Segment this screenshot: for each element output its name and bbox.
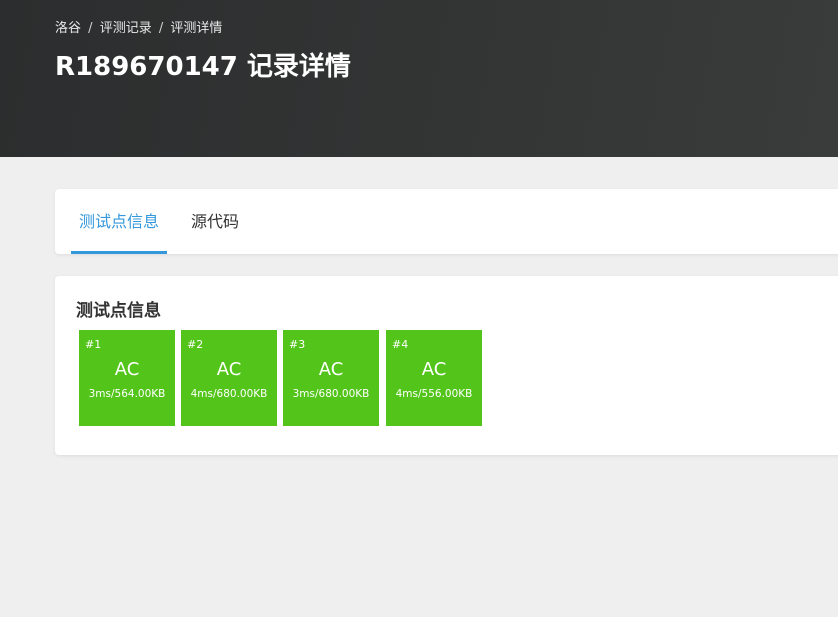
test-cases-card: 测试点信息 #1 AC 3ms/564.00KB #2 AC 4ms/680.0… bbox=[55, 276, 838, 455]
tab-test-info[interactable]: 测试点信息 bbox=[71, 189, 167, 254]
test-case-3[interactable]: #3 AC 3ms/680.00KB bbox=[283, 330, 379, 426]
test-case-detail: 3ms/680.00KB bbox=[292, 388, 370, 400]
test-case-4[interactable]: #4 AC 4ms/556.00KB bbox=[386, 330, 482, 426]
breadcrumb-separator: / bbox=[88, 21, 93, 36]
tab-source-code[interactable]: 源代码 bbox=[177, 189, 253, 254]
test-case-1[interactable]: #1 AC 3ms/564.00KB bbox=[79, 330, 175, 426]
test-case-detail: 3ms/564.00KB bbox=[88, 388, 166, 400]
breadcrumb-home-link[interactable]: 洛谷 bbox=[55, 21, 81, 36]
active-tab-indicator bbox=[71, 251, 167, 254]
section-title: 测试点信息 bbox=[76, 301, 161, 321]
breadcrumb: 洛谷 / 评测记录 / 评测详情 bbox=[55, 17, 222, 36]
test-case-2[interactable]: #2 AC 4ms/680.00KB bbox=[181, 330, 277, 426]
tabs-card: 测试点信息 源代码 bbox=[55, 189, 838, 254]
breadcrumb-current[interactable]: 评测详情 bbox=[170, 21, 222, 36]
test-case-id: #3 bbox=[289, 338, 306, 351]
test-case-id: #4 bbox=[392, 338, 409, 351]
test-case-status: AC bbox=[114, 359, 140, 380]
test-case-detail: 4ms/680.00KB bbox=[190, 388, 268, 400]
breadcrumb-records-link[interactable]: 评测记录 bbox=[100, 21, 152, 36]
test-case-id: #1 bbox=[85, 338, 102, 351]
test-case-detail: 4ms/556.00KB bbox=[395, 388, 473, 400]
page-title: R189670147 记录详情 bbox=[55, 52, 351, 82]
breadcrumb-separator: / bbox=[158, 21, 164, 36]
test-case-status: AC bbox=[318, 359, 344, 380]
test-case-id: #2 bbox=[187, 338, 204, 351]
test-case-status: AC bbox=[421, 359, 447, 380]
page-header: 洛谷 / 评测记录 / 评测详情 R189670147 记录详情 bbox=[0, 0, 838, 157]
test-case-status: AC bbox=[216, 359, 242, 380]
